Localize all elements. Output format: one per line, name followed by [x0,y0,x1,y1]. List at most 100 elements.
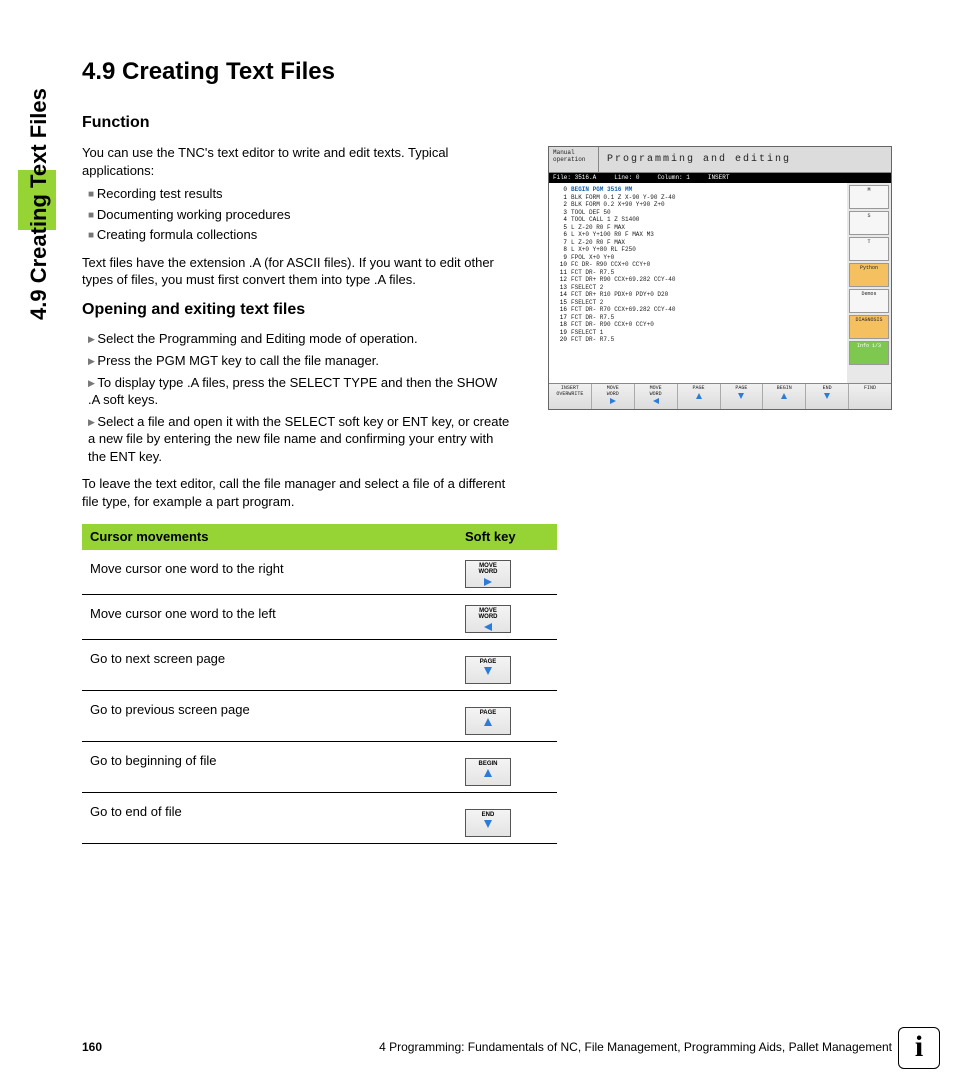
arrow-up-icon [484,718,492,726]
status-line: Line: 0 [614,174,639,182]
softkey-page[interactable]: PAGE [465,656,511,684]
tnc-screenshot: Manual operation Programming and editing… [548,146,892,410]
screenshot-body: 0BEGIN PGM 3516 MM1BLK FORM 0.1 Z X-90 Y… [549,183,891,383]
side-tab: 4.9 Creating Text Files [18,40,58,310]
table-row: Move cursor one word to the right MOVE WO… [82,550,557,595]
code-line: 6L X+0 Y+100 R0 F MAX M3 [553,231,843,239]
side-widget-python[interactable]: Python [849,263,889,287]
function-note: Text files have the extension .A (for AS… [82,254,512,289]
softkey-move-word[interactable]: MOVE WORD [465,560,511,588]
arrow-down-icon [824,393,830,399]
function-bullets: Recording test results Documenting worki… [82,185,512,244]
softkey-page[interactable]: PAGE [465,707,511,735]
softkey-move-word[interactable]: MOVE WORD [635,384,678,409]
screenshot-softkey-row: INSERT OVERWRITEMOVE WORDMOVE WORDPAGEPA… [549,383,891,409]
softkey-page[interactable]: PAGE [678,384,721,409]
screenshot-mode: Manual operation [549,147,599,172]
code-line: 18FCT DR- R90 CCX+0 CCY+0 [553,321,843,329]
code-line: 2BLK FORM 0.2 X+90 Y+90 Z+0 [553,201,843,209]
arrow-down-icon [738,393,744,399]
code-line: 1BLK FORM 0.1 Z X-90 Y-90 Z-40 [553,194,843,202]
softkey-move-word[interactable]: MOVE WORD [592,384,635,409]
movement-desc: Go to next screen page [82,639,457,690]
page-title: 4.9 Creating Text Files [82,56,892,88]
arrow-up-icon [781,393,787,399]
list-item: Recording test results [88,185,512,203]
softkey-page[interactable]: PAGE [721,384,764,409]
arrow-right-icon [484,578,492,586]
screenshot-header: Manual operation Programming and editing [549,147,891,173]
movement-desc: Move cursor one word to the left [82,594,457,639]
side-tab-label: 4.9 Creating Text Files [24,88,54,320]
code-line: 13FSELECT 2 [553,284,843,292]
code-line: 20FCT DR- R7.5 [553,336,843,344]
code-line: 10FC DR- R90 CCX+0 CCY+0 [553,261,843,269]
list-item: Documenting working procedures [88,206,512,224]
list-item: Press the PGM MGT key to call the file m… [88,352,512,370]
page-number: 160 [82,1039,102,1055]
side-widget-demos[interactable]: Demos [849,289,889,313]
softkey-find[interactable]: FIND [849,384,891,409]
side-widget-info-1-3[interactable]: Info 1/3 [849,341,889,365]
movement-desc: Move cursor one word to the right [82,550,457,595]
arrow-right-icon [610,398,616,404]
softkey-begin[interactable]: BEGIN [763,384,806,409]
code-line: 17FCT DR- R7.5 [553,314,843,322]
code-line: 0BEGIN PGM 3516 MM [553,186,843,194]
code-line: 8L X+0 Y+80 RL F250 [553,246,843,254]
arrow-down-icon [484,667,492,675]
page-content: 4.9 Creating Text Files Function You can… [82,56,892,844]
screenshot-sidebar: MSTPythonDemosDIAGNOSISInfo 1/3 [847,183,891,383]
heading-opening: Opening and exiting text files [82,299,512,321]
table-row: Go to previous screen pagePAGE [82,690,557,741]
heading-function: Function [82,112,512,134]
table-row: Go to end of file END [82,792,557,843]
list-item: Creating formula collections [88,226,512,244]
code-line: 14FCT DR+ R10 PDX+0 PDY+0 D20 [553,291,843,299]
cursor-movements-table: Cursor movements Soft key Move cursor on… [82,524,557,844]
side-widget-diagnosis[interactable]: DIAGNOSIS [849,315,889,339]
side-widget-t[interactable]: T [849,237,889,261]
arrow-left-icon [653,398,659,404]
table-row: Go to next screen page PAGE [82,639,557,690]
table-head-softkey: Soft key [457,524,557,550]
code-line: 11FCT DR- R7.5 [553,269,843,277]
code-line: 12FCT DR+ R90 CCX+69.282 CCY-40 [553,276,843,284]
softkey-cell: END [457,792,557,843]
softkey-move-word[interactable]: MOVE WORD [465,605,511,633]
status-column: Column: 1 [657,174,689,182]
function-intro: You can use the TNC's text editor to wri… [82,144,512,179]
movement-desc: Go to beginning of file [82,741,457,792]
side-widget-s[interactable]: S [849,211,889,235]
code-line: 3TOOL DEF 50 [553,209,843,217]
table-head-movements: Cursor movements [82,524,457,550]
screenshot-title: Programming and editing [599,147,891,172]
code-line: 16FCT DR- R70 CCX+69.282 CCY-40 [553,306,843,314]
table-row: Go to beginning of file BEGIN [82,741,557,792]
screenshot-code: 0BEGIN PGM 3516 MM1BLK FORM 0.1 Z X-90 Y… [549,183,847,383]
table-row: Move cursor one word to the left MOVE WOR… [82,594,557,639]
opening-steps: Select the Programming and Editing mode … [82,330,512,465]
chapter-title: 4 Programming: Fundamentals of NC, File … [379,1039,892,1055]
code-line: 9FPOL X+0 Y+0 [553,254,843,262]
softkey-cell: MOVE WORD [457,594,557,639]
code-line: 15FSELECT 2 [553,299,843,307]
code-line: 5L Z-20 R0 F MAX [553,224,843,232]
list-item: Select the Programming and Editing mode … [88,330,512,348]
side-widget-m[interactable]: M [849,185,889,209]
softkey-end[interactable]: END [465,809,511,837]
softkey-insert-overwrite[interactable]: INSERT OVERWRITE [549,384,592,409]
softkey-cell: MOVE WORD [457,550,557,595]
movement-desc: Go to end of file [82,792,457,843]
screenshot-status-bar: File: 3516.A Line: 0 Column: 1 INSERT [549,173,891,183]
arrow-down-icon [484,820,492,828]
opening-after: To leave the text editor, call the file … [82,475,512,510]
softkey-begin[interactable]: BEGIN [465,758,511,786]
left-column: Function You can use the TNC's text edit… [82,112,512,843]
list-item: Select a file and open it with the SELEC… [88,413,512,466]
softkey-cell: PAGE [457,639,557,690]
list-item: To display type .A files, press the SELE… [88,374,512,409]
arrow-left-icon [484,623,492,631]
softkey-end[interactable]: END [806,384,849,409]
code-line: 7L Z-20 R0 F MAX [553,239,843,247]
